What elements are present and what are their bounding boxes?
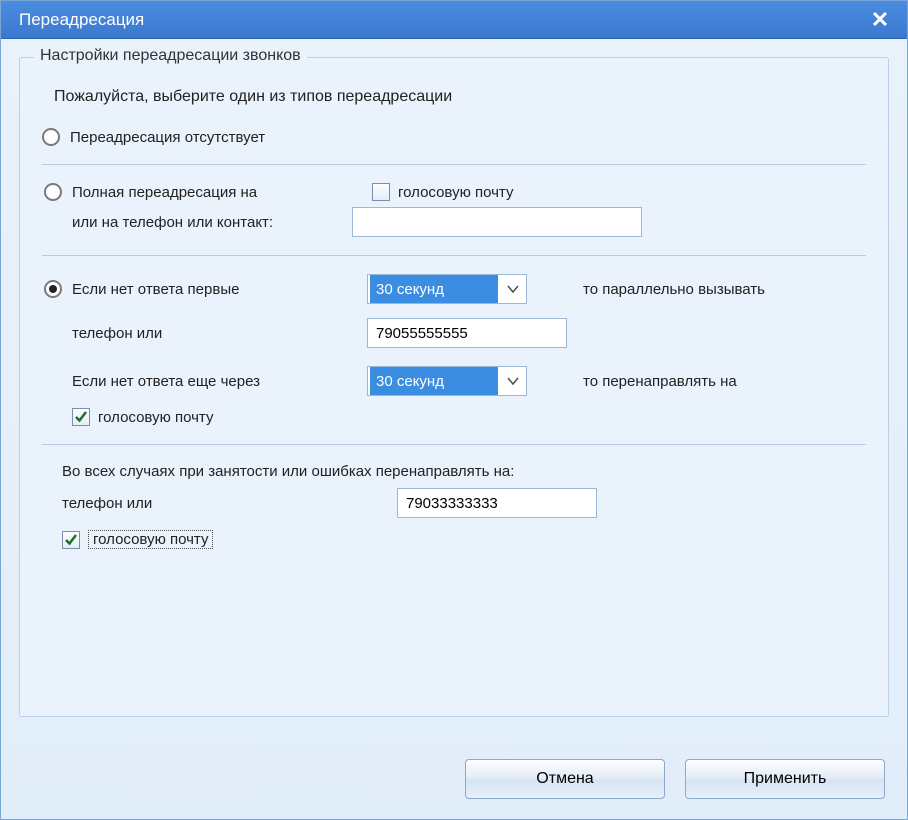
option-none-label: Переадресация отсутствует [70,129,265,146]
busy-phone-input[interactable] [397,488,597,518]
busy-voicemail-row[interactable]: голосовую почту [62,530,866,549]
full-voicemail-checkbox[interactable] [372,183,390,201]
apply-button[interactable]: Применить [685,759,885,799]
content-area: Настройки переадресации звонков Пожалуйс… [1,39,907,731]
busy-voicemail-label: голосовую почту [88,530,213,549]
busy-phone-row: телефон или [62,488,866,518]
cond-row-3: Если нет ответа еще через 30 секунд то п… [72,366,866,396]
option-conditional-section: Если нет ответа первые 30 секунд то пара… [42,274,866,426]
full-phone-input[interactable] [352,207,642,237]
cond-voicemail-row[interactable]: голосовую почту [72,408,866,426]
divider [42,164,866,165]
close-icon[interactable]: ✕ [867,7,893,33]
timeout2-value: 30 секунд [370,367,498,395]
title-bar: Переадресация ✕ [1,1,907,39]
cond-line3-suffix: то перенаправлять на [567,373,866,390]
cond-row-1[interactable]: Если нет ответа первые 30 секунд то пара… [44,274,866,304]
option-full-phone-row: или на телефон или контакт: [72,207,866,237]
busy-phone-label: телефон или [62,495,397,512]
option-full-row[interactable]: Полная переадресация на голосовую почту [44,183,866,201]
button-bar: Отмена Применить [465,759,885,799]
cond-line1-prefix: Если нет ответа первые [72,281,367,298]
groupbox-title: Настройки переадресации звонков [34,47,307,65]
option-full-section: Полная переадресация на голосовую почту … [42,183,866,237]
dialog-window: Переадресация ✕ Настройки переадресации … [0,0,908,820]
chevron-down-icon [500,376,526,386]
cond-line2-prefix: телефон или [72,325,367,342]
radio-conditional[interactable] [44,280,62,298]
check-icon [74,410,88,424]
instruction-text: Пожалуйста, выберите один из типов переа… [54,88,866,106]
timeout1-combo[interactable]: 30 секунд [367,274,527,304]
option-none-row[interactable]: Переадресация отсутствует [42,128,866,146]
radio-full[interactable] [44,183,62,201]
cond-row-2: телефон или [72,318,866,348]
option-full-label: Полная переадресация на [72,184,372,201]
busy-section: Во всех случаях при занятости или ошибка… [60,463,866,549]
forwarding-groupbox: Настройки переадресации звонков Пожалуйс… [19,57,889,717]
busy-voicemail-checkbox[interactable] [62,531,80,549]
cond-line3-prefix: Если нет ответа еще через [72,373,367,390]
radio-none[interactable] [42,128,60,146]
cond-voicemail-label: голосовую почту [98,409,213,426]
divider [42,255,866,256]
cond-line1-suffix: то параллельно вызывать [567,281,866,298]
cancel-button[interactable]: Отмена [465,759,665,799]
full-voicemail-label: голосовую почту [398,184,513,201]
chevron-down-icon [500,284,526,294]
window-title: Переадресация [19,10,144,30]
busy-heading: Во всех случаях при занятости или ошибка… [62,463,514,480]
divider [42,444,866,445]
timeout1-value: 30 секунд [370,275,498,303]
busy-heading-row: Во всех случаях при занятости или ошибка… [62,463,866,480]
timeout2-combo[interactable]: 30 секунд [367,366,527,396]
cond-phone1-input[interactable] [367,318,567,348]
option-full-sublabel: или на телефон или контакт: [72,214,352,231]
check-icon [64,533,78,547]
cond-voicemail-checkbox[interactable] [72,408,90,426]
